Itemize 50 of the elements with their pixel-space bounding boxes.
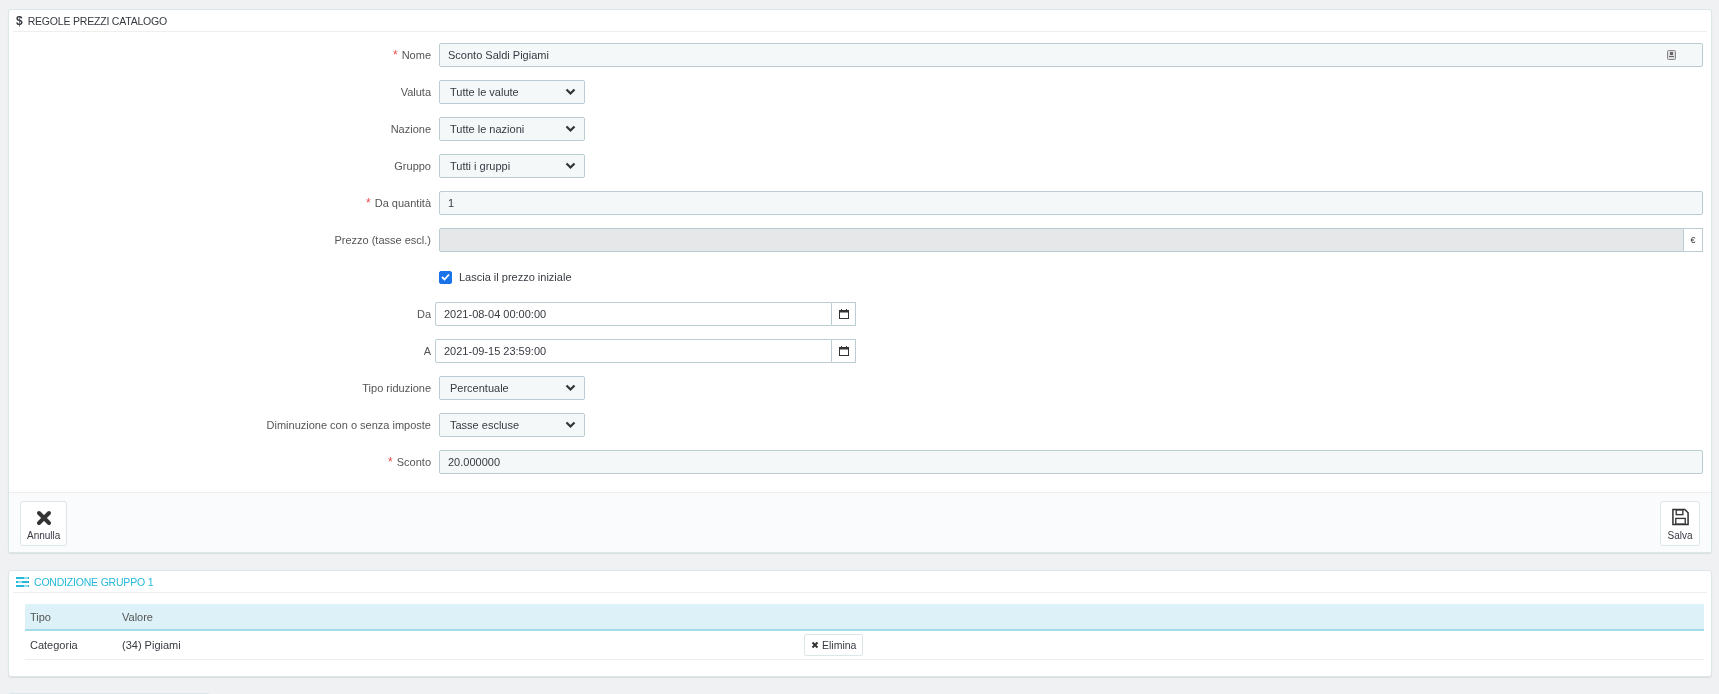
dollar-icon: $ xyxy=(16,13,23,28)
checkbox[interactable] xyxy=(439,270,452,284)
close-icon xyxy=(35,510,52,526)
chevron-down-icon xyxy=(565,162,576,170)
currency-addon: € xyxy=(1684,228,1703,252)
translation-icon[interactable] xyxy=(1667,50,1676,60)
chevron-down-icon xyxy=(565,384,576,392)
field-label: Da quantità xyxy=(374,197,431,209)
input-field[interactable]: 1 xyxy=(439,191,1703,215)
calendar-icon xyxy=(838,346,849,356)
date-input[interactable]: 2021-09-15 23:59:00 xyxy=(435,339,832,363)
required-mark: * xyxy=(366,196,371,210)
select-dropdown[interactable]: Tutti i gruppi xyxy=(439,154,585,178)
field-label: Diminuzione con o senza imposte xyxy=(266,419,431,431)
checkbox-label: Lascia il prezzo iniziale xyxy=(459,271,572,283)
column-header: Valore xyxy=(117,604,799,630)
table-cell: (34) Pigiami xyxy=(117,630,799,660)
required-mark: * xyxy=(393,48,398,62)
calendar-button[interactable] xyxy=(832,302,856,326)
date-input[interactable]: 2021-08-04 00:00:00 xyxy=(435,302,832,326)
name-input[interactable]: Sconto Saldi Pigiami xyxy=(439,43,1703,67)
delete-button[interactable]: Elimina xyxy=(804,634,864,656)
field-label: Gruppo xyxy=(394,160,431,172)
list-icon xyxy=(16,576,29,587)
panel-title: CONDIZIONE GRUPPO 1 xyxy=(34,575,154,588)
select-dropdown[interactable]: Percentuale xyxy=(439,376,585,400)
column-header: Tipo xyxy=(25,604,117,630)
field-label: Tipo riduzione xyxy=(362,382,431,394)
chevron-down-icon xyxy=(565,125,576,133)
select-dropdown[interactable]: Tutte le nazioni xyxy=(439,117,585,141)
field-label: Nome xyxy=(401,49,431,61)
field-label: Prezzo (tasse escl.) xyxy=(334,234,431,246)
required-mark: * xyxy=(388,455,393,469)
field-label: Valuta xyxy=(400,86,431,98)
cancel-button[interactable]: Annulla xyxy=(20,501,68,546)
chevron-down-icon xyxy=(565,421,576,429)
chevron-down-icon xyxy=(565,88,576,96)
save-button[interactable]: Salva xyxy=(1660,501,1700,546)
close-icon xyxy=(811,641,819,649)
panel-title: REGOLE PREZZI CATALOGO xyxy=(27,14,167,27)
calendar-icon xyxy=(838,309,849,319)
field-label: Nazione xyxy=(390,123,431,135)
field-label: Da xyxy=(416,308,431,320)
select-dropdown[interactable]: Tasse escluse xyxy=(439,413,585,437)
select-dropdown[interactable]: Tutte le valute xyxy=(439,80,585,104)
table-cell: Categoria xyxy=(25,630,117,660)
input-field[interactable]: 20.000000 xyxy=(439,450,1703,474)
calendar-button[interactable] xyxy=(832,339,856,363)
field-label: A xyxy=(423,345,431,357)
field-label: Sconto xyxy=(396,456,431,468)
